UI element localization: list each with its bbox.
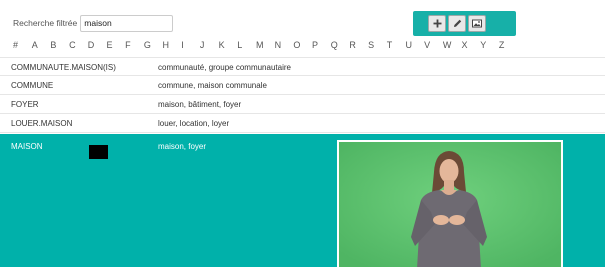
alphabet-letter[interactable]: M [256,40,275,54]
alphabet-letter[interactable]: C [69,40,88,54]
entry-definition: commune, maison communale [158,81,267,90]
plus-icon [433,19,441,28]
alphabet-letter[interactable]: Z [499,40,518,54]
sign-video-player[interactable] [337,140,563,267]
entry-definition: louer, location, loyer [158,119,230,128]
alphabet-letter[interactable]: J [200,40,219,54]
alphabet-letter[interactable]: O [293,40,312,54]
entry-word: LOUER.MAISON [11,119,73,128]
image-icon [472,19,482,28]
alphabet-letter[interactable]: G [144,40,163,54]
alphabet-letter[interactable]: B [50,40,69,54]
alphabet-index: # A B C D E F G H I J K L M N O P Q R S T U V W X Y Z [13,40,518,54]
alphabet-letter[interactable]: Q [331,40,350,54]
alphabet-letter[interactable]: A [32,40,51,54]
search-bar: Recherche filtrée [13,14,174,32]
alphabet-letter[interactable]: V [424,40,443,54]
image-button[interactable] [468,15,486,32]
signer-video-frame [339,142,561,267]
alphabet-letter[interactable]: U [405,40,424,54]
entry-word: COMMUNAUTE.MAISON(IS) [11,63,116,72]
entry-definition: maison, bâtiment, foyer [158,100,242,109]
alphabet-letter[interactable]: E [106,40,125,54]
entry-row[interactable]: LOUER.MAISON louer, location, loyer [0,114,605,133]
alphabet-letter[interactable]: N [275,40,294,54]
alphabet-letter[interactable]: K [219,40,238,54]
entry-word: MAISON [11,142,43,151]
search-input[interactable] [80,14,174,32]
alphabet-letter[interactable]: W [443,40,462,54]
alphabet-letter[interactable]: D [88,40,107,54]
entry-definition: communauté, groupe communautaire [158,63,291,72]
alphabet-letter[interactable]: P [312,40,331,54]
entry-row[interactable]: COMMUNAUTE.MAISON(IS) communauté, groupe… [0,57,605,76]
alphabet-letter[interactable]: L [237,40,256,54]
sign-thumbnail[interactable] [89,145,108,159]
entry-row[interactable]: COMMUNE commune, maison communale [0,76,605,95]
entry-row-selected[interactable]: MAISON maison, foyer [0,134,605,267]
alphabet-letter[interactable]: F [125,40,144,54]
alphabet-letter[interactable]: I [181,40,200,54]
add-button[interactable] [428,15,446,32]
alphabet-letter[interactable]: Y [480,40,499,54]
entry-word: COMMUNE [11,81,54,90]
alphabet-letter[interactable]: T [387,40,406,54]
alphabet-letter[interactable]: S [368,40,387,54]
alphabet-letter[interactable]: R [349,40,368,54]
pencil-icon [453,19,461,27]
entry-word: FOYER [11,100,39,109]
alphabet-letter[interactable]: H [163,40,182,54]
search-label: Recherche filtrée [13,18,78,28]
alphabet-letter[interactable]: # [13,40,32,54]
edit-button[interactable] [448,15,466,32]
entry-definition: maison, foyer [158,142,207,151]
alphabet-letter[interactable]: X [462,40,481,54]
toolbar [413,11,516,36]
entry-row[interactable]: FOYER maison, bâtiment, foyer [0,95,605,114]
